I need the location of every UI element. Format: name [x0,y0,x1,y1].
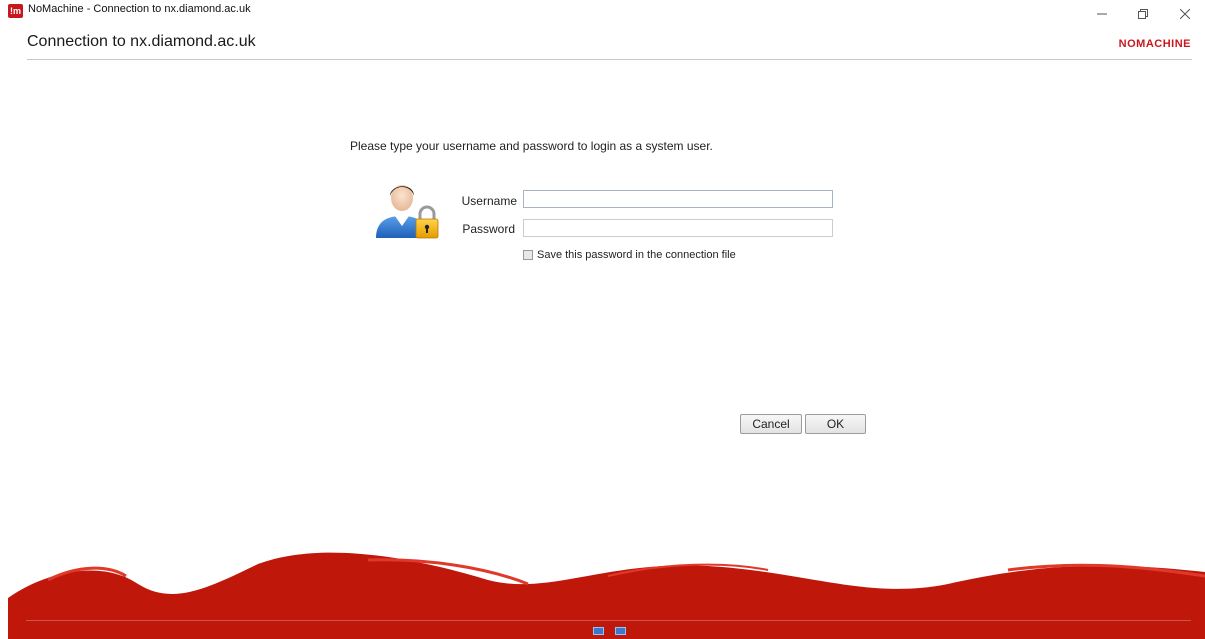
close-button[interactable] [1165,0,1205,28]
restore-button[interactable] [1123,0,1163,28]
cancel-button[interactable]: Cancel [740,414,802,434]
ok-button[interactable]: OK [805,414,866,434]
app-icon: !m [8,4,23,18]
save-password-label: Save this password in the connection fil… [537,249,736,261]
title-bar: !m NoMachine - Connection to nx.diamond.… [0,0,1205,30]
username-label: Username [461,194,517,208]
nomachine-window: !m NoMachine - Connection to nx.diamond.… [0,0,1205,639]
network-icon[interactable] [593,627,604,635]
nomachine-logo: NOMACHINE [1118,38,1191,50]
password-label: Password [462,222,515,236]
page-title: Connection to nx.diamond.ac.uk [27,33,256,50]
minimize-button[interactable] [1082,0,1122,28]
footer-wave [8,552,1205,639]
user-lock-icon [376,185,439,239]
window-title: NoMachine - Connection to nx.diamond.ac.… [28,3,251,15]
close-icon [1180,9,1190,19]
username-input[interactable] [523,190,833,208]
save-password-option[interactable]: Save this password in the connection fil… [523,249,736,261]
login-prompt: Please type your username and password t… [350,139,713,153]
display-icon[interactable] [615,627,626,635]
header-divider [27,59,1192,60]
minimize-icon [1097,13,1107,15]
footer-divider [26,620,1191,621]
restore-icon [1138,9,1148,19]
password-input[interactable] [523,219,833,237]
save-password-checkbox[interactable] [523,250,533,260]
